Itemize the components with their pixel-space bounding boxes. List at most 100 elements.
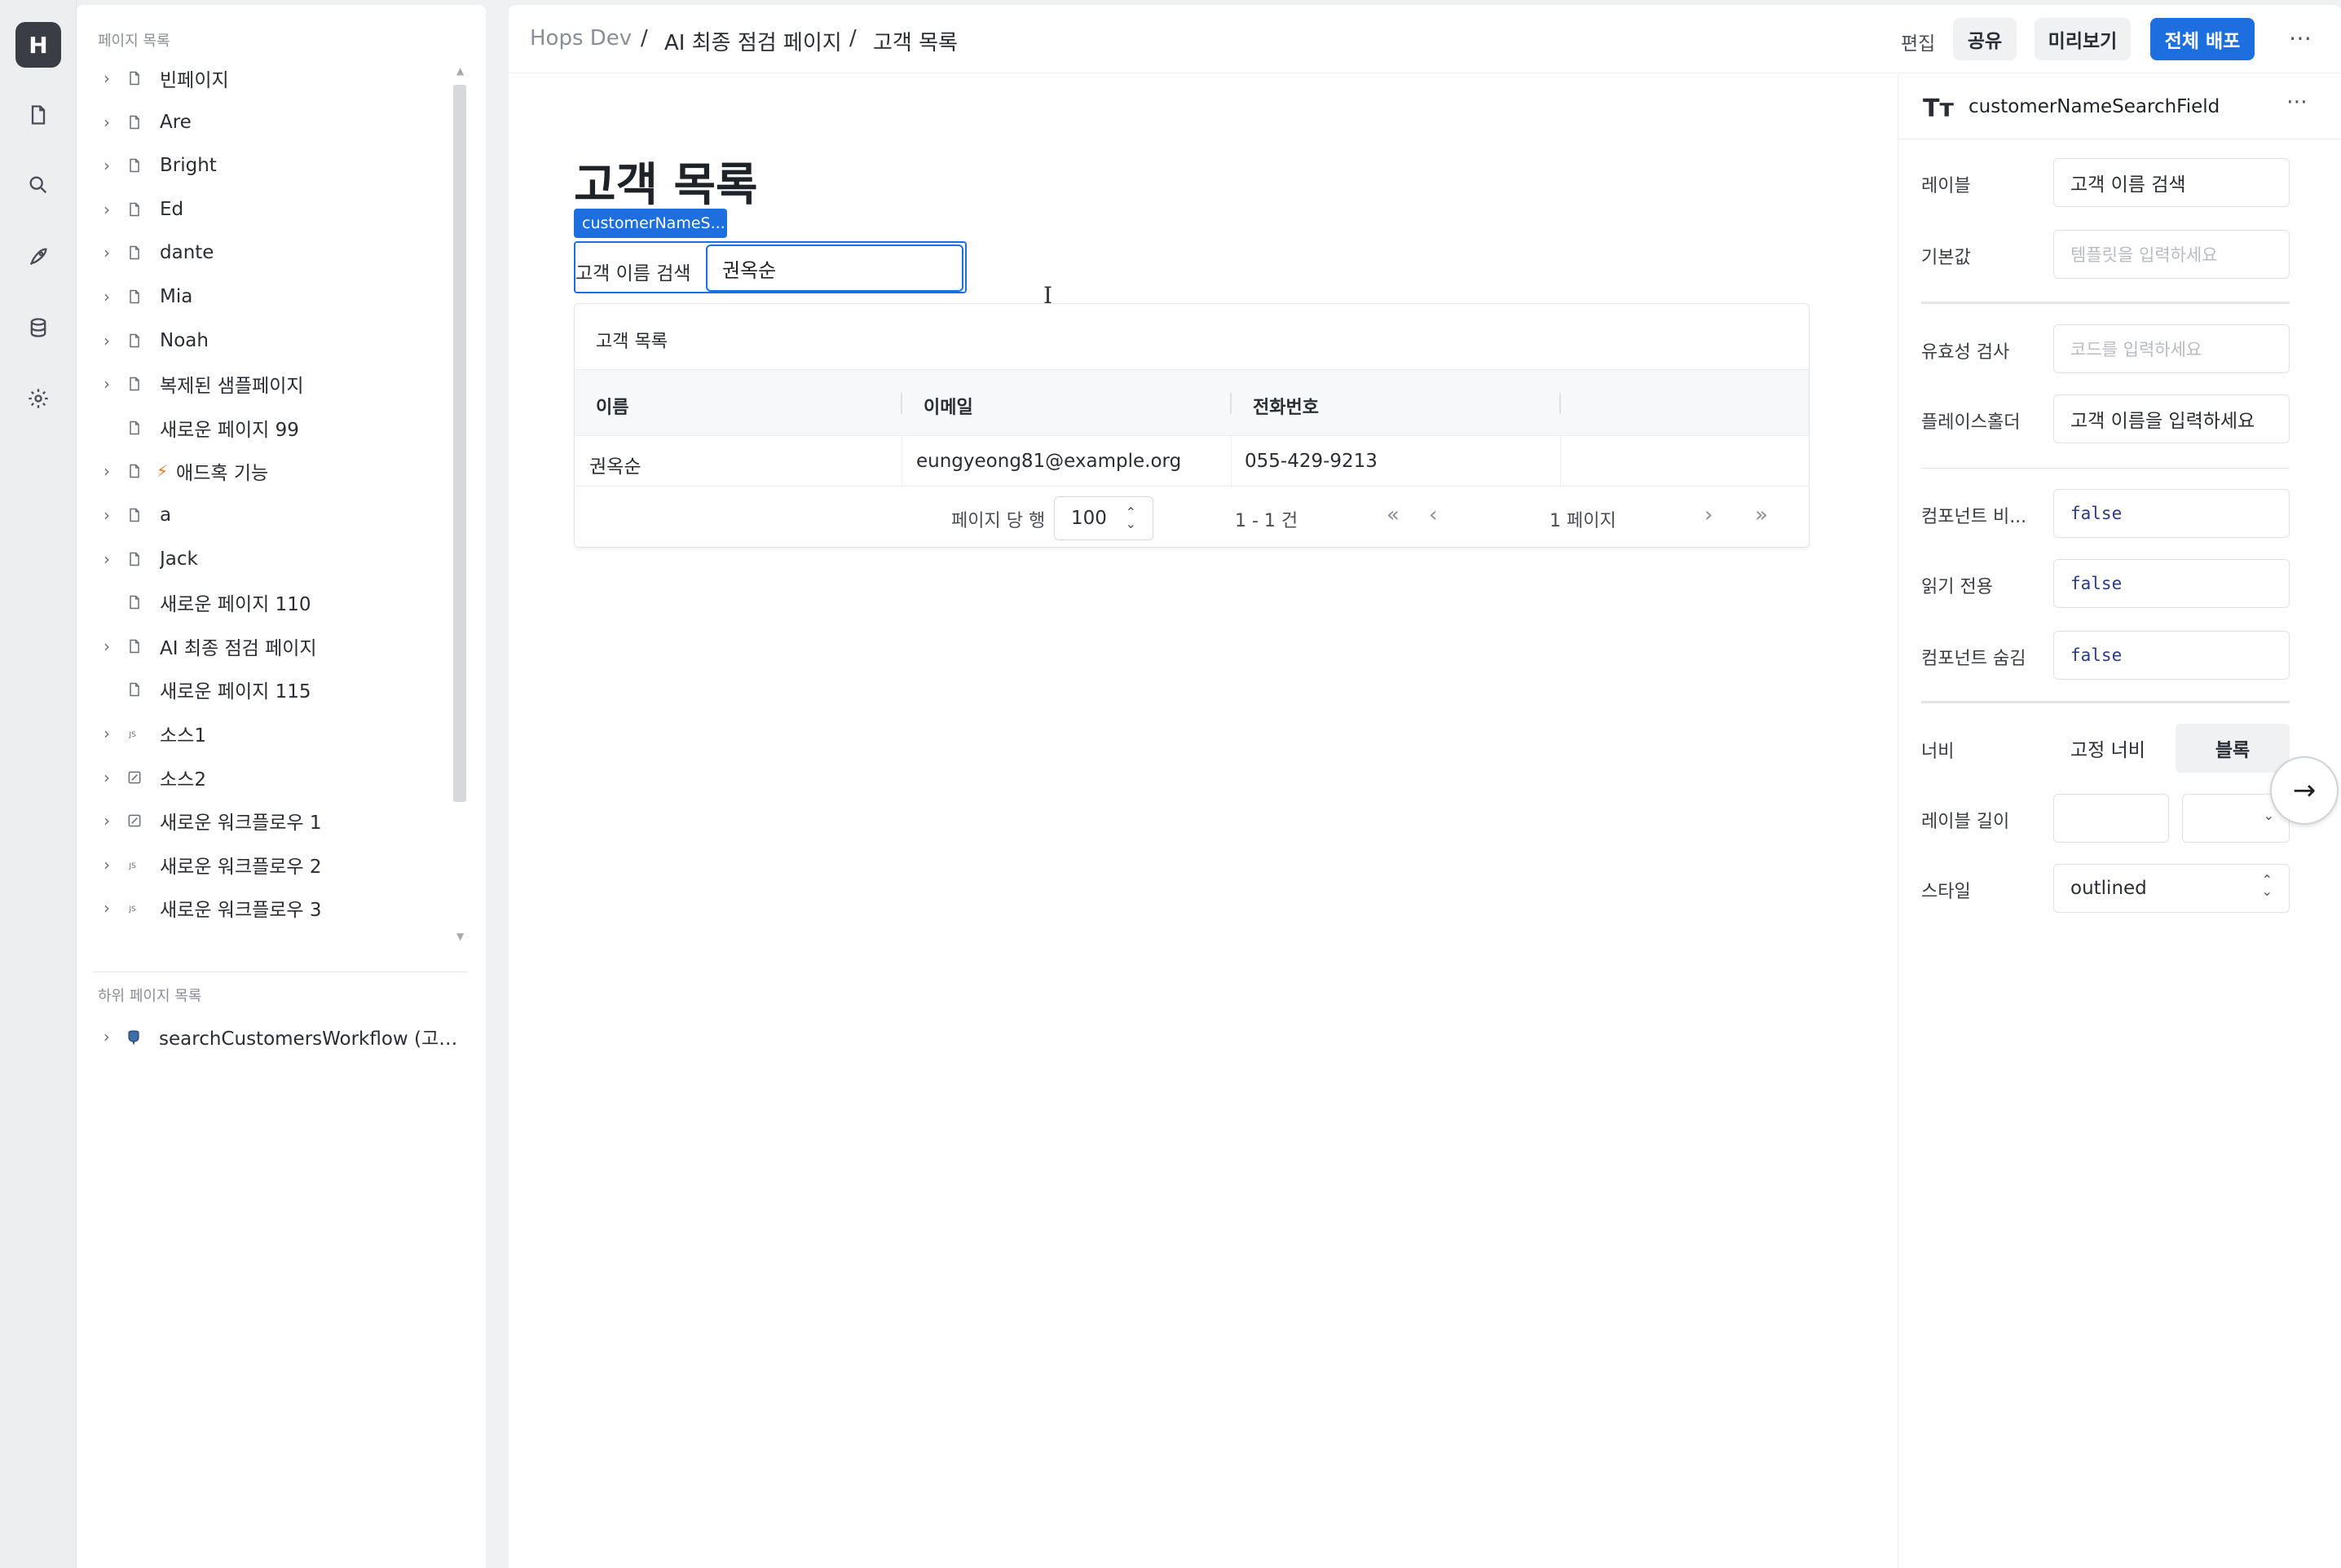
scroll-down-icon[interactable]: ▼ [456, 931, 464, 942]
rows-per-page-select[interactable]: 100 ⌃ ⌄ [1054, 496, 1153, 540]
page-tree-item-label: Ed [160, 198, 184, 220]
chevron-right-icon[interactable]: › [98, 287, 116, 306]
chevron-right-icon[interactable]: › [98, 898, 116, 918]
page-tree-item[interactable]: 새로운 페이지 99 [98, 412, 473, 444]
breadcrumb-workspace[interactable]: Hops Dev [530, 26, 632, 51]
page-tree-item[interactable]: › Ed [98, 193, 473, 226]
prop-width-label: 너비 [1921, 742, 1955, 762]
chevron-right-icon[interactable]: › [98, 68, 116, 88]
column-header-email[interactable]: 이메일 [924, 393, 973, 419]
arrow-right-icon[interactable]: → [2270, 756, 2339, 825]
page-tree-item[interactable]: › dante [98, 236, 473, 269]
page-tree-item[interactable]: › Bright [98, 149, 473, 182]
search-input[interactable]: 권옥순 [706, 244, 963, 292]
column-header-name[interactable]: 이름 [596, 393, 628, 419]
chevron-right-icon[interactable]: › [98, 1027, 116, 1046]
page-tree-item[interactable]: › AI 최종 점검 페이지 [98, 630, 473, 663]
svg-text:JS: JS [128, 861, 136, 870]
page-tree-item[interactable]: › JS 새로운 워크플로우 2 [98, 848, 473, 881]
chevron-right-icon[interactable]: › [98, 855, 116, 874]
breadcrumb-current[interactable]: 고객 목록 [873, 26, 958, 56]
deploy-all-button[interactable]: 전체 배포 [2150, 18, 2255, 60]
prop-hidden-label: 컴포넌트 숨김 [1921, 649, 2026, 669]
chevron-right-icon[interactable]: › [98, 505, 116, 525]
chevron-right-icon[interactable]: › [98, 724, 116, 743]
chevron-right-icon[interactable]: › [98, 200, 116, 219]
page-tree-item[interactable]: › 복제된 샘플페이지 [98, 368, 473, 400]
default-value-input[interactable]: 템플릿을 입력하세요 [2053, 230, 2290, 279]
editor-canvas[interactable]: 고객 목록 customerNameS... 고객 이름 검색 권옥순 I 고객… [509, 73, 1898, 1568]
chevron-right-icon[interactable]: › [98, 636, 116, 656]
page-tree-item[interactable]: 새로운 페이지 110 [98, 586, 473, 619]
page-tree-item[interactable]: › a [98, 499, 473, 531]
table-row[interactable]: 권옥순 eungyeong81@example.org 055-429-9213 [575, 436, 1809, 487]
database-icon[interactable] [22, 311, 55, 344]
page-list-panel: 페이지 목록 › 빈페이지 › Are › Bright › Ed › dante › Mia › Noa… [77, 5, 486, 1568]
share-button[interactable]: 공유 [1953, 18, 2017, 60]
readonly-input[interactable]: false [2053, 559, 2290, 608]
chevron-right-icon[interactable]: › [98, 461, 116, 481]
style-select[interactable]: outlined ⌃ ⌄ [2053, 864, 2290, 913]
page-icon[interactable] [22, 99, 55, 131]
selected-component-tag[interactable]: customerNameS... [574, 209, 727, 238]
width-fixed-option[interactable]: 고정 너비 [2053, 724, 2162, 773]
chevron-right-icon[interactable]: › [98, 331, 116, 350]
page-tree-item[interactable]: › 빈페이지 [98, 62, 473, 95]
placeholder-input[interactable]: 고객 이름을 입력하세요 [2053, 394, 2290, 443]
more-icon[interactable]: ⋯ [2286, 90, 2308, 114]
rocket-icon[interactable] [22, 240, 55, 273]
last-page-icon[interactable]: » [1755, 503, 1768, 527]
chevron-right-icon[interactable]: › [98, 768, 116, 787]
page-tree: › 빈페이지 › Are › Bright › Ed › dante › Mia › Noah › 복제된 샘… [98, 62, 481, 950]
page-tree-item-label: 애드혹 기능 [176, 463, 269, 485]
page-tree-item[interactable]: › Mia [98, 280, 473, 313]
scrollbar[interactable] [453, 85, 466, 802]
chevron-right-icon[interactable]: › [98, 374, 116, 394]
prop-default-label: 기본값 [1921, 248, 1971, 268]
search-icon[interactable] [22, 169, 55, 201]
page-tree-item[interactable]: › 새로운 워크플로우 1 [98, 804, 473, 837]
chevron-right-icon[interactable]: › [98, 156, 116, 175]
disabled-input[interactable]: false [2053, 489, 2290, 538]
page-tree-item[interactable]: › Jack [98, 543, 473, 575]
page-tree-item[interactable]: › 소스2 [98, 761, 473, 794]
validation-input[interactable]: 코드를 입력하세요 [2053, 324, 2290, 373]
scroll-up-icon[interactable]: ▲ [456, 65, 464, 77]
page-tree-item[interactable]: › ⚡ 애드혹 기능 [98, 455, 473, 487]
preview-button[interactable]: 미리보기 [2035, 18, 2131, 60]
column-resizer[interactable] [1559, 393, 1561, 414]
subpage-item[interactable]: › searchCustomersWorkflow (고객 ... [98, 1020, 473, 1053]
main-area: Hops Dev / AI 최종 점검 페이지 / 고객 목록 편집 공유 미리… [509, 5, 2341, 1568]
more-icon[interactable]: ⋯ [2289, 24, 2312, 51]
lightning-icon: ⚡ [157, 461, 169, 482]
page-tree-item[interactable]: › Are [98, 106, 473, 139]
next-page-icon[interactable]: › [1704, 503, 1713, 527]
chevron-right-icon[interactable]: › [98, 549, 116, 569]
width-block-option[interactable]: 블록 [2176, 724, 2290, 773]
component-name[interactable]: customerNameSearchField [1968, 96, 2220, 117]
chevron-right-icon[interactable]: › [98, 243, 116, 262]
chevron-right-icon[interactable]: › [98, 811, 116, 830]
column-resizer[interactable] [1230, 393, 1232, 414]
hidden-input[interactable]: false [2053, 631, 2290, 680]
prev-page-icon[interactable]: ‹ [1429, 503, 1437, 527]
gear-icon[interactable] [22, 382, 55, 415]
label-length-input[interactable] [2053, 794, 2169, 843]
page-tree-item[interactable]: › Noah [98, 324, 473, 357]
cell-name: 권옥순 [589, 456, 641, 478]
page-tree-item[interactable]: › JS 소스1 [98, 717, 473, 750]
page-tree-item-label: 새로운 워크플로우 2 [160, 856, 322, 878]
page-title[interactable]: 고객 목록 [574, 148, 758, 214]
page-tree-item[interactable]: 새로운 페이지 115 [98, 673, 473, 706]
page-tree-item[interactable]: › JS 새로운 워크플로우 3 [98, 892, 473, 924]
column-header-phone[interactable]: 전화번호 [1253, 393, 1319, 419]
customer-name-search-field[interactable]: 고객 이름 검색 권옥순 [574, 241, 967, 293]
edit-mode-label[interactable]: 편집 [1901, 28, 1935, 55]
workspace-logo[interactable]: H [15, 22, 61, 68]
label-input[interactable]: 고객 이름 검색 [2053, 158, 2290, 207]
chevron-right-icon[interactable]: › [98, 112, 116, 132]
first-page-icon[interactable]: « [1387, 503, 1400, 527]
column-resizer[interactable] [901, 393, 902, 414]
breadcrumb-page[interactable]: AI 최종 점검 페이지 [664, 26, 842, 56]
table-header: 이름 이메일 전화번호 [575, 369, 1809, 436]
